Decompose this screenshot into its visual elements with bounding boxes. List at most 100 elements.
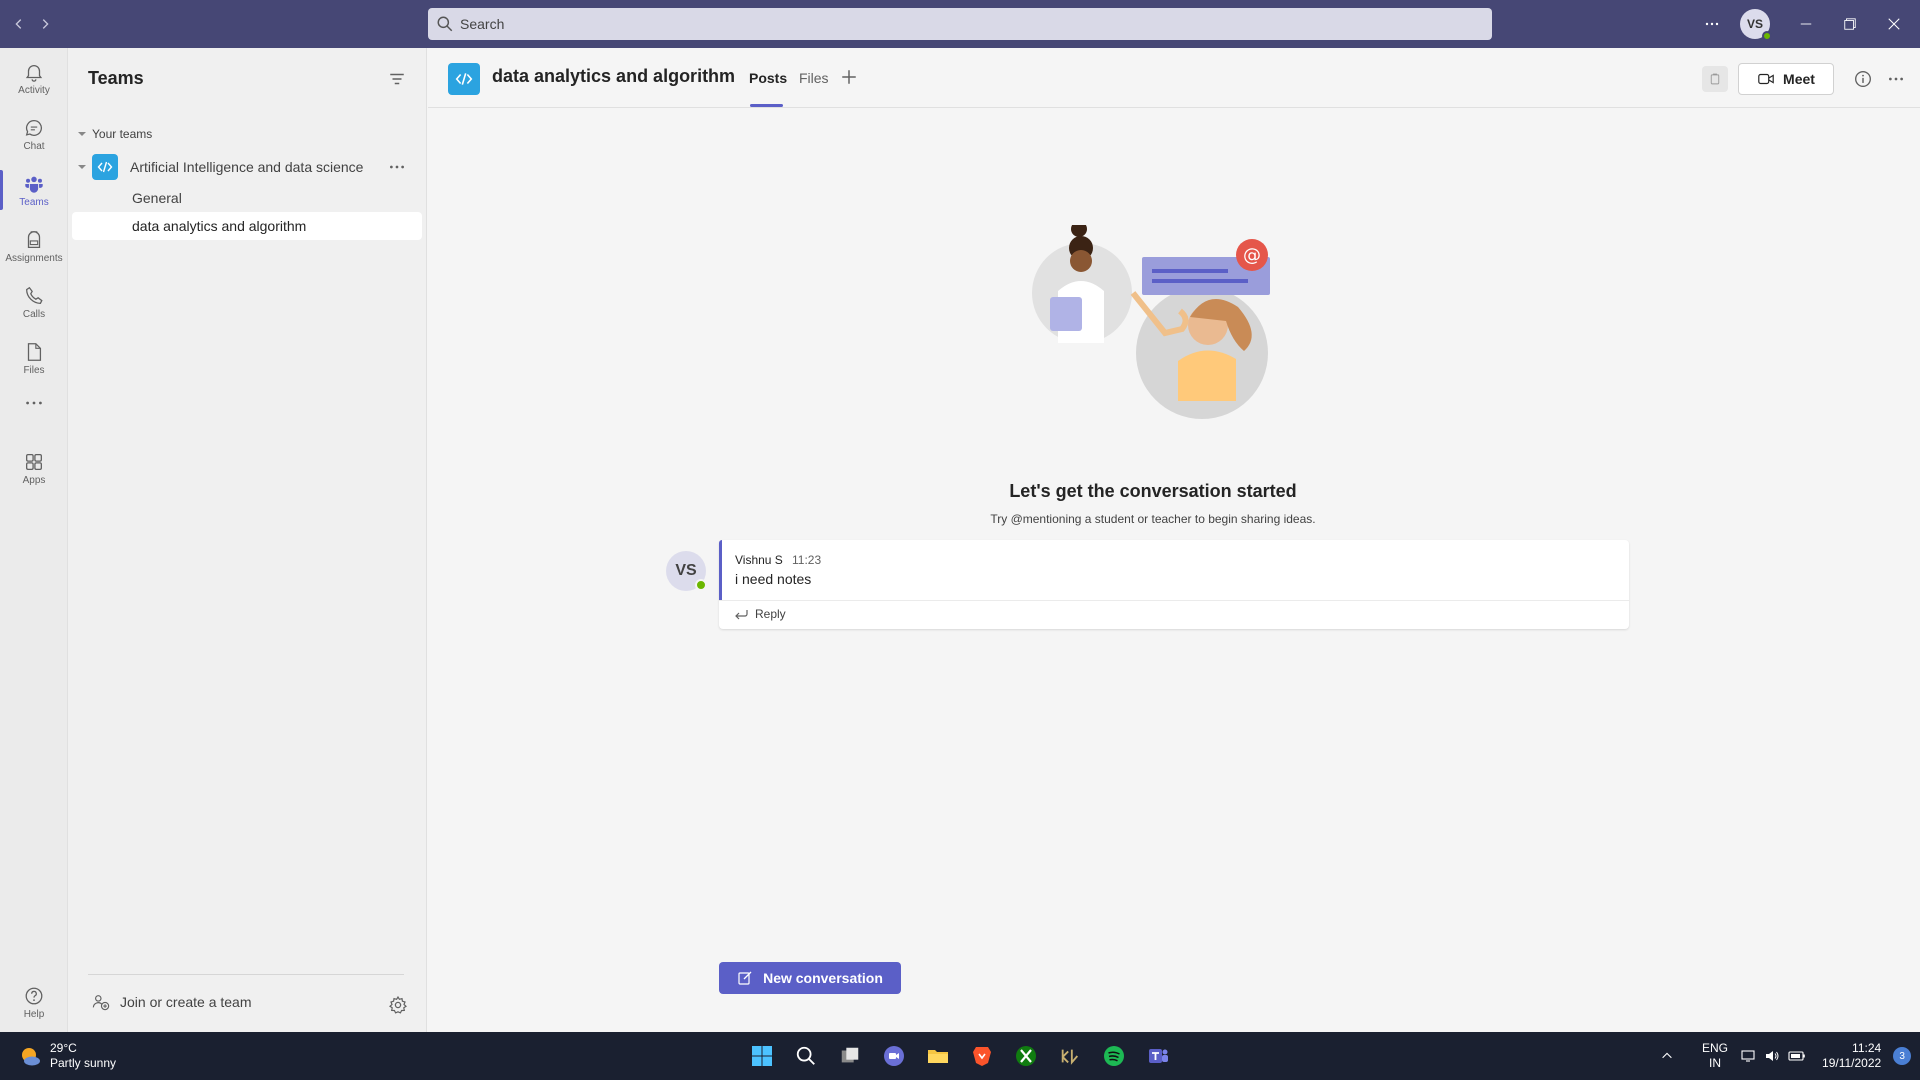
clock[interactable]: 11:24 19/11/2022 [1822, 1041, 1881, 1071]
volume-icon[interactable] [1764, 1048, 1780, 1064]
clock-time: 11:24 [1852, 1041, 1882, 1055]
add-people-icon [92, 995, 110, 1011]
bell-icon [25, 64, 43, 82]
windows-taskbar: 29°C Partly sunny ENG IN 11:24 19/11/202… [0, 1032, 1920, 1080]
rail-more[interactable] [0, 384, 68, 424]
rail-label: Teams [19, 196, 49, 208]
divider [719, 600, 1629, 601]
message-author[interactable]: Vishnu S [735, 553, 783, 567]
chevron-down-icon[interactable] [76, 161, 88, 173]
chevron-down-icon [78, 132, 86, 136]
message-timestamp: 11:23 [792, 553, 822, 567]
more-options-icon[interactable] [1887, 70, 1905, 88]
clock-date: 19/11/2022 [1822, 1056, 1882, 1070]
display-icon[interactable] [1740, 1048, 1756, 1064]
chevron-up-icon[interactable] [1660, 1049, 1674, 1063]
battery-icon[interactable] [1788, 1048, 1806, 1064]
new-conversation-label: New conversation [763, 970, 883, 986]
teams-list-panel: Teams Your teams Artificial Intelligence… [68, 48, 427, 1032]
avatar-initials: VS [1746, 17, 1763, 31]
active-tab-indicator [750, 104, 783, 107]
compose-icon [738, 971, 752, 985]
your-teams-section-header[interactable]: Your teams [76, 127, 152, 141]
rail-label: Activity [18, 84, 50, 96]
rail-calls[interactable]: Calls [0, 274, 68, 330]
language-code: ENG [1702, 1041, 1729, 1055]
rail-label: Files [23, 364, 45, 376]
xbox-icon[interactable] [1012, 1042, 1040, 1070]
team-avatar [92, 154, 118, 180]
file-explorer-icon[interactable] [924, 1042, 952, 1070]
section-label: Your teams [92, 127, 153, 141]
tab-posts[interactable]: Posts [749, 70, 787, 86]
rail-label: Apps [22, 474, 46, 486]
add-tab-icon[interactable] [840, 68, 858, 86]
app-bar: Activity Chat Teams Assignments Calls Fi… [0, 48, 68, 1032]
chat-icon [25, 119, 42, 136]
message-author-avatar[interactable]: VS [666, 551, 707, 591]
rail-apps[interactable]: Apps [0, 440, 68, 496]
clipboard-icon[interactable] [1702, 66, 1728, 92]
empty-state-subtitle: Try @mentioning a student or teacher to … [990, 512, 1316, 526]
rail-label: Help [23, 1008, 45, 1020]
rail-chat[interactable]: Chat [0, 106, 68, 162]
title-bar-controls: VS [1690, 0, 1920, 48]
rail-files[interactable]: Files [0, 330, 68, 386]
forward-arrow-icon[interactable] [34, 13, 56, 35]
channel-header: data analytics and algorithm Posts Files… [428, 48, 1920, 108]
system-tray: ENG IN 11:24 19/11/2022 3 [1660, 1032, 1912, 1080]
more-options-icon[interactable] [388, 158, 406, 176]
gear-icon[interactable] [388, 995, 408, 1015]
rail-assignments[interactable]: Assignments [0, 218, 68, 274]
team-item[interactable]: Artificial Intelligence and data science [72, 152, 418, 182]
spotify-icon[interactable] [1100, 1042, 1128, 1070]
windows-start-icon[interactable] [748, 1042, 776, 1070]
phone-icon [26, 286, 43, 304]
taskbar-search-icon[interactable] [792, 1042, 820, 1070]
filter-icon[interactable] [388, 70, 406, 88]
restore-button[interactable] [1828, 0, 1872, 48]
more-icon [26, 401, 42, 405]
team-name: Artificial Intelligence and data science [130, 159, 364, 175]
tab-files[interactable]: Files [799, 70, 829, 86]
avatar-initials: VS [675, 562, 697, 579]
presence-available-icon [1762, 31, 1772, 41]
settings-more-icon[interactable] [1690, 0, 1734, 48]
teams-chat-taskbar-icon[interactable] [880, 1042, 908, 1070]
channel-item-general[interactable]: General [72, 184, 422, 212]
back-arrow-icon[interactable] [8, 13, 30, 35]
search-icon [437, 16, 453, 32]
close-button[interactable] [1872, 0, 1916, 48]
brave-browser-icon[interactable] [968, 1042, 996, 1070]
microsoft-teams-icon[interactable] [1144, 1042, 1172, 1070]
minimize-button[interactable] [1784, 0, 1828, 48]
profile-avatar[interactable]: VS [1740, 9, 1772, 41]
task-view-icon[interactable] [836, 1042, 864, 1070]
search-placeholder: Search [460, 16, 505, 32]
rail-activity[interactable]: Activity [0, 50, 68, 106]
apps-icon [26, 453, 42, 470]
svg-text:@: @ [1243, 245, 1261, 266]
notification-badge[interactable]: 3 [1893, 1047, 1912, 1065]
channel-avatar [448, 63, 480, 95]
empty-state-title: Let's get the conversation started [1009, 481, 1297, 501]
info-icon[interactable] [1854, 70, 1872, 88]
new-conversation-button[interactable]: New conversation [719, 962, 901, 994]
rail-help[interactable]: Help [0, 974, 68, 1030]
search-input[interactable]: Search [428, 8, 1492, 40]
reply-label: Reply [755, 607, 786, 621]
title-bar: Search VS [0, 0, 1920, 48]
language-indicator[interactable]: ENG IN [1702, 1041, 1728, 1071]
reply-button[interactable]: Reply [733, 606, 786, 622]
join-or-create-team-button[interactable]: Join or create a team [92, 993, 252, 1011]
weather-condition: Partly sunny [50, 1056, 117, 1070]
channel-item-data-analytics[interactable]: data analytics and algorithm [72, 212, 422, 240]
rail-teams[interactable]: Teams [0, 162, 68, 218]
temperature: 29°C [50, 1041, 77, 1055]
weather-widget[interactable]: 29°C Partly sunny [18, 1041, 116, 1071]
meet-button[interactable]: Meet [1738, 63, 1834, 95]
reply-arrow-icon [735, 610, 748, 620]
app-icon[interactable] [1056, 1042, 1084, 1070]
rail-label: Chat [23, 140, 45, 152]
channel-label: data analytics and algorithm [132, 218, 307, 234]
